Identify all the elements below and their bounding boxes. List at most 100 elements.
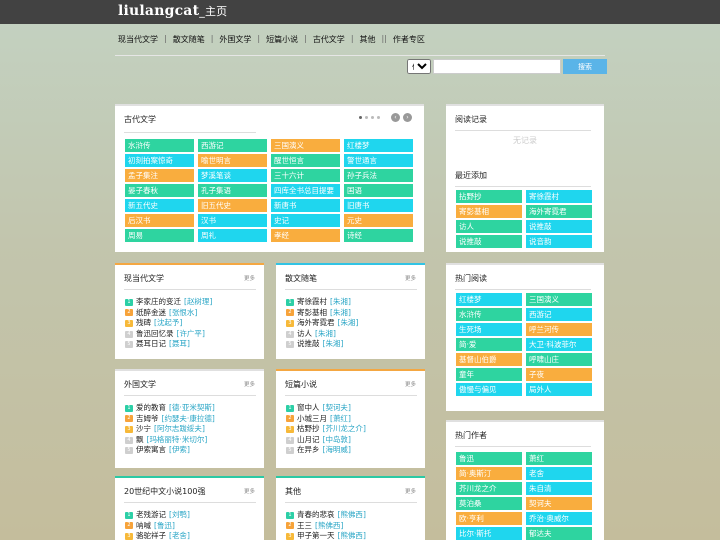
tag-link[interactable]: 三国演义 xyxy=(526,293,592,306)
author-link[interactable]: [熊佛西] xyxy=(315,521,343,532)
tag-link[interactable]: 新唐书 xyxy=(271,199,340,212)
tag-link[interactable]: 拈野抄 xyxy=(456,190,522,203)
carousel-dot[interactable] xyxy=(371,116,374,119)
book-title-link[interactable]: 枯野抄 xyxy=(297,424,320,435)
author-link[interactable]: [聂耳] xyxy=(169,339,190,350)
tag-link[interactable]: 三国演义 xyxy=(271,139,340,152)
author-link[interactable]: [朱湘] xyxy=(338,318,359,329)
tag-link[interactable]: 老舍 xyxy=(526,467,592,480)
author-link[interactable]: [阿尔志跋绥夫] xyxy=(154,424,205,435)
author-link[interactable]: [海明威] xyxy=(323,445,351,456)
author-link[interactable]: [刘鹗] xyxy=(169,510,190,521)
book-title-link[interactable]: 残碑 xyxy=(136,318,151,329)
carousel-dot[interactable] xyxy=(365,116,368,119)
nav-item[interactable]: 作者专区 xyxy=(393,34,425,45)
tag-link[interactable]: 傲慢与偏见 xyxy=(456,383,522,396)
author-link[interactable]: [朱湘] xyxy=(330,297,351,308)
tag-link[interactable]: 旧唐书 xyxy=(344,199,413,212)
nav-item[interactable]: 现当代文学 xyxy=(118,34,158,45)
tag-link[interactable]: 大卫·科波菲尔 xyxy=(526,338,592,351)
author-link[interactable]: [赵树理] xyxy=(184,297,212,308)
tag-link[interactable]: 诗经 xyxy=(344,229,413,242)
nav-item[interactable]: 散文随笔 xyxy=(173,34,205,45)
tag-link[interactable]: 孟子集注 xyxy=(125,169,194,182)
tag-link[interactable]: 孔子集语 xyxy=(198,184,267,197)
tag-link[interactable]: 周易 xyxy=(125,229,194,242)
tag-link[interactable]: 红楼梦 xyxy=(344,139,413,152)
tag-link[interactable]: 史记 xyxy=(271,214,340,227)
tag-link[interactable]: 萧红 xyxy=(526,452,592,465)
nav-item[interactable]: 其他 xyxy=(360,34,376,45)
book-title-link[interactable]: 寄彭基相 xyxy=(297,308,327,319)
tag-link[interactable]: 寄彭基相 xyxy=(456,205,522,218)
author-link[interactable]: [朱湘] xyxy=(330,308,351,319)
tag-link[interactable]: 生死场 xyxy=(456,323,522,336)
author-link[interactable]: [德·亚米契斯] xyxy=(169,403,215,414)
tag-link[interactable]: 西游记 xyxy=(526,308,592,321)
book-title-link[interactable]: 王三 xyxy=(297,521,312,532)
book-title-link[interactable]: 访人 xyxy=(297,329,312,340)
book-title-link[interactable]: 鲁迅回忆录 xyxy=(136,329,174,340)
tag-link[interactable]: 四库全书总目提要 xyxy=(271,184,340,197)
author-link[interactable]: [朱湘] xyxy=(323,339,344,350)
tag-link[interactable]: 说推敲 xyxy=(526,220,592,233)
prev-arrow-icon[interactable]: ‹ xyxy=(391,113,400,122)
tag-link[interactable]: 呼啸山庄 xyxy=(526,353,592,366)
tag-link[interactable]: 子夜 xyxy=(526,368,592,381)
search-input[interactable] xyxy=(433,59,561,74)
tag-link[interactable]: 孝经 xyxy=(271,229,340,242)
tag-link[interactable]: 警世通言 xyxy=(344,154,413,167)
book-title-link[interactable]: 爱的教育 xyxy=(136,403,166,414)
tag-link[interactable]: 乔治·奥威尔 xyxy=(526,512,592,525)
tag-link[interactable]: 朱自清 xyxy=(526,482,592,495)
tag-link[interactable]: 西游记 xyxy=(198,139,267,152)
tag-link[interactable]: 海外寄霓君 xyxy=(526,205,592,218)
more-link[interactable]: 更多 xyxy=(405,274,416,282)
site-logo[interactable]: liulangcat_主页 xyxy=(118,3,227,19)
author-link[interactable]: [许广平] xyxy=(177,329,205,340)
tag-link[interactable]: 初刻拍案惊奇 xyxy=(125,154,194,167)
tag-link[interactable]: 简·爱 xyxy=(456,338,522,351)
author-link[interactable]: [伊索] xyxy=(169,445,190,456)
tag-link[interactable]: 局外人 xyxy=(526,383,592,396)
tag-link[interactable]: 童年 xyxy=(456,368,522,381)
book-title-link[interactable]: 青春的悲哀 xyxy=(297,510,335,521)
tag-link[interactable]: 寄徐霞村 xyxy=(526,190,592,203)
tag-link[interactable]: 水浒传 xyxy=(456,308,522,321)
carousel-dot-active[interactable] xyxy=(359,116,362,119)
book-title-link[interactable]: 在异乡 xyxy=(297,445,320,456)
tag-link[interactable]: 水浒传 xyxy=(125,139,194,152)
tag-link[interactable]: 欧·亨利 xyxy=(456,512,522,525)
tag-link[interactable]: 比尔·斯托 xyxy=(456,527,522,540)
tag-link[interactable]: 新五代史 xyxy=(125,199,194,212)
tag-link[interactable]: 国语 xyxy=(344,184,413,197)
book-title-link[interactable]: 海外寄霓君 xyxy=(297,318,335,329)
search-scope-select[interactable]: 任意 xyxy=(407,59,431,74)
author-link[interactable]: [玛格丽特·米切尔] xyxy=(147,435,208,446)
book-title-link[interactable]: 山月记 xyxy=(297,435,320,446)
book-title-link[interactable]: 李家庄的变迁 xyxy=(136,297,181,308)
tag-link[interactable]: 汉书 xyxy=(198,214,267,227)
author-link[interactable]: [鲁迅] xyxy=(154,521,175,532)
search-button[interactable]: 搜索 xyxy=(563,59,607,74)
book-title-link[interactable]: 窗中人 xyxy=(297,403,320,414)
tag-link[interactable]: 契诃夫 xyxy=(526,497,592,510)
tag-link[interactable]: 喻世明言 xyxy=(198,154,267,167)
book-title-link[interactable]: 寄徐霞村 xyxy=(297,297,327,308)
book-title-link[interactable]: 老残游记 xyxy=(136,510,166,521)
tag-link[interactable]: 呼兰河传 xyxy=(526,323,592,336)
author-link[interactable]: [朱湘] xyxy=(315,329,336,340)
book-title-link[interactable]: 吉姆爷 xyxy=(136,414,159,425)
book-title-link[interactable]: 飘 xyxy=(136,435,144,446)
nav-item[interactable]: 古代文学 xyxy=(313,34,345,45)
author-link[interactable]: [萧红] xyxy=(330,414,351,425)
tag-link[interactable]: 芥川龙之介 xyxy=(456,482,522,495)
book-title-link[interactable]: 纸醉金迷 xyxy=(136,308,166,319)
more-link[interactable]: 更多 xyxy=(405,487,416,495)
book-title-link[interactable]: 呐喊 xyxy=(136,521,151,532)
author-link[interactable]: [老舍] xyxy=(169,531,190,540)
book-title-link[interactable]: 伊索寓言 xyxy=(136,445,166,456)
tag-link[interactable]: 三十六计 xyxy=(271,169,340,182)
book-title-link[interactable]: 说推敲 xyxy=(297,339,320,350)
author-link[interactable]: [熊佛西] xyxy=(338,510,366,521)
